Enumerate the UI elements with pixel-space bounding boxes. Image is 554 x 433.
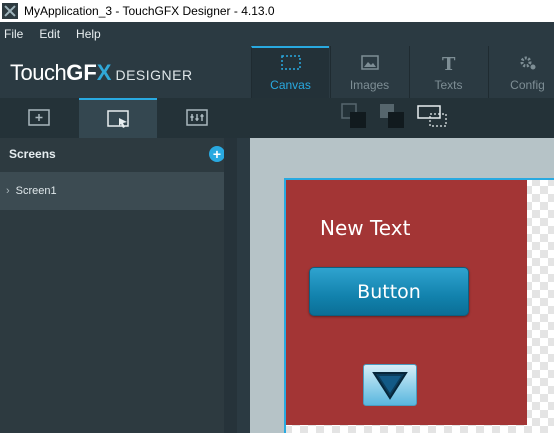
text-area-widget[interactable]: New Text [320,216,410,240]
menu-help[interactable]: Help [76,27,101,41]
sub-toolbar [0,98,554,138]
subtab-interactions[interactable] [158,98,236,138]
screen-list-item[interactable]: › Screen1 [0,172,236,210]
app-icon [2,3,18,19]
tab-canvas[interactable]: Canvas [251,46,329,98]
tab-images-label: Images [349,78,390,92]
tab-texts-label: Texts [434,78,463,92]
subtab-select-screen[interactable] [79,98,157,138]
send-backward-icon[interactable] [378,102,408,130]
screen-item-label: Screen1 [15,185,57,197]
triangle-down-icon [372,372,408,400]
texts-icon: T [442,54,456,72]
interactions-icon [186,109,208,126]
menu-edit[interactable]: Edit [39,27,60,41]
select-screen-icon [107,110,129,128]
tab-images[interactable]: Images [330,46,408,98]
screens-panel-header: Screens + [0,138,237,170]
chevron-right-icon[interactable]: › [6,185,10,197]
button-widget-label: Button [357,280,421,303]
toggle-button-widget[interactable] [363,364,417,406]
add-screen-button[interactable]: + [209,146,225,162]
add-screen-icon [28,109,50,126]
tab-config-label: Config [510,78,545,92]
tab-canvas-label: Canvas [270,78,311,92]
subtab-add-screen[interactable] [0,98,78,138]
group-icon[interactable] [416,102,450,130]
window-title: MyApplication_3 - TouchGFX Designer - 4.… [24,4,275,18]
screens-panel-title: Screens [9,147,56,161]
config-icon [520,56,535,70]
svg-text:T: T [442,54,456,72]
tab-texts[interactable]: T Texts [409,46,487,98]
menu-file[interactable]: File [4,27,23,41]
button-widget[interactable]: Button [309,267,469,316]
canvas-area[interactable]: New Text Button [250,138,554,433]
images-icon [360,55,379,70]
menu-bar: File Edit Help [0,22,554,46]
panel-divider [224,138,237,433]
touchgfx-logo: Touch GF X DESIGNER [10,60,193,85]
tab-config[interactable]: Config [488,46,554,98]
bring-forward-icon[interactable] [340,102,370,130]
app-header: Touch GF X DESIGNER Canvas Images T Texts C… [0,46,554,98]
window-titlebar: MyApplication_3 - TouchGFX Designer - 4.… [0,0,554,22]
screens-panel: Screens + › Screen1 [0,138,237,433]
canvas-icon [280,55,301,70]
